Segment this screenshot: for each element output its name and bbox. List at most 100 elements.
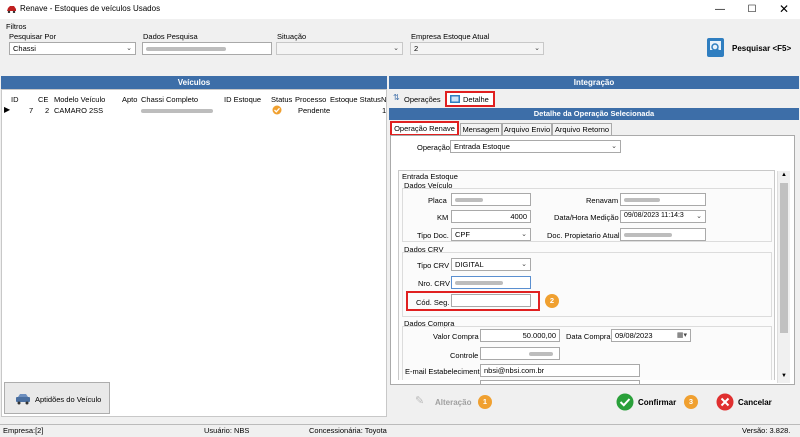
placa-input[interactable] xyxy=(451,193,531,206)
search-data-input[interactable] xyxy=(142,42,272,55)
tipo-doc-select[interactable]: CPF ⌄ xyxy=(451,228,531,241)
detail-icon xyxy=(450,95,460,103)
operacao-value: Entrada Estoque xyxy=(454,142,510,151)
tipo-crv-value: DIGITAL xyxy=(455,260,484,269)
search-button[interactable]: Pesquisar <F5> xyxy=(704,36,798,60)
search-by-select[interactable]: Chassi ⌄ xyxy=(9,42,136,55)
vehicles-grid-header: ID CE Modelo Veículo Apto Chassi Complet… xyxy=(2,95,386,105)
cancel-icon xyxy=(716,393,734,411)
confirmar-button[interactable]: Confirmar xyxy=(616,393,682,411)
valor-compra-label: Valor Compra xyxy=(433,332,479,341)
step-badge-3: 3 xyxy=(684,395,698,409)
col-model[interactable]: Modelo Veículo xyxy=(54,95,105,104)
check-icon xyxy=(616,393,634,411)
doc-proprietario-label: Doc. Propietario Atual xyxy=(547,231,620,240)
check-circle-icon xyxy=(272,105,282,115)
tab-operacoes[interactable]: ⇅ Operações xyxy=(391,92,443,106)
controle-input[interactable] xyxy=(480,347,560,360)
data-hora-label: Data/Hora Medição xyxy=(554,213,619,222)
vehicles-grid[interactable]: ID CE Modelo Veículo Apto Chassi Complet… xyxy=(1,89,387,417)
minimize-icon[interactable]: — xyxy=(704,0,736,19)
col-id-estoque[interactable]: ID Estoque xyxy=(224,95,261,104)
status-concessionaria: Concessionária: Toyota xyxy=(309,426,387,435)
status-bar: Empresa:[2] Usuário: NBS Concessionária:… xyxy=(0,424,800,437)
tipo-doc-label: Tipo Doc. xyxy=(417,231,449,240)
subtab-arquivo-envio[interactable]: Arquivo Envio xyxy=(502,123,552,135)
title-bar: Renave - Estoques de veículos Usados — ☐… xyxy=(0,0,800,19)
chevron-down-icon: ⌄ xyxy=(393,45,399,52)
chevron-down-icon: ⌄ xyxy=(126,45,132,52)
status-empresa: Empresa:[2] xyxy=(3,426,44,435)
renavam-label: Renavam xyxy=(586,196,619,205)
situation-label: Situação xyxy=(277,32,307,41)
company-label: Empresa Estoque Atual xyxy=(411,32,490,41)
calendar-dropdown-icon[interactable]: ▦▾ xyxy=(677,331,687,339)
redacted-value xyxy=(455,281,503,285)
cell-chassi-redacted xyxy=(141,109,213,113)
renavam-input[interactable] xyxy=(620,193,706,206)
data-compra-picker[interactable]: 09/08/2023 ▦▾ xyxy=(611,329,691,342)
cell-id: 7 xyxy=(29,106,34,115)
detail-header: Detalhe da Operação Selecionada xyxy=(389,108,799,120)
row-pointer-icon: ▶ xyxy=(4,105,11,114)
nro-crv-input[interactable] xyxy=(451,276,531,289)
operacao-label: Operação xyxy=(417,143,450,152)
step-badge-1: 1 xyxy=(478,395,492,409)
col-apto[interactable]: Apto xyxy=(122,95,137,104)
scroll-down-icon[interactable]: ▼ xyxy=(781,373,787,379)
subtab-operacao-renave[interactable]: Operação Renave xyxy=(390,121,459,136)
tab-detalhe[interactable]: Detalhe xyxy=(445,91,495,107)
col-id[interactable]: ID xyxy=(11,95,19,104)
flow-icon: ⇅ xyxy=(393,93,400,102)
chevron-down-icon: ⌄ xyxy=(521,231,527,238)
col-ce[interactable]: CE xyxy=(38,95,48,104)
subtab-arquivo-retorno[interactable]: Arquivo Retorno xyxy=(552,123,612,135)
edit-icon: ✎ xyxy=(415,395,425,407)
subtab-mensagem[interactable]: Mensagem xyxy=(460,123,502,135)
doc-proprietario-input[interactable] xyxy=(620,228,706,241)
search-data-label: Dados Pesquisa xyxy=(143,32,198,41)
cell-n: 1 xyxy=(382,106,387,115)
redacted-value xyxy=(146,47,226,51)
cell-model: CAMARO 2SS xyxy=(54,106,104,115)
col-n[interactable]: N xyxy=(381,95,386,104)
tipo-doc-value: CPF xyxy=(455,230,470,239)
cancelar-button[interactable]: Cancelar xyxy=(716,393,782,411)
cod-seg-input[interactable] xyxy=(451,294,531,307)
table-row[interactable]: ▶ 7 2 CAMARO 2SS Pendente 1 xyxy=(2,105,386,116)
alteracao-label: Alteração xyxy=(435,398,472,407)
search-document-icon xyxy=(707,38,724,57)
tipo-crv-select[interactable]: DIGITAL ⌄ xyxy=(451,258,531,271)
clipped-next-row xyxy=(398,380,775,384)
scroll-up-icon[interactable]: ▲ xyxy=(781,172,787,178)
col-status[interactable]: Status xyxy=(271,95,292,104)
confirmar-label: Confirmar xyxy=(638,398,677,407)
tab-operacoes-label: Operações xyxy=(404,95,441,104)
redacted-value xyxy=(529,352,553,356)
email-input[interactable]: nbsi@nbsi.com.br xyxy=(480,364,640,377)
company-select[interactable]: 2 ⌄ xyxy=(410,42,544,55)
vertical-scrollbar[interactable]: ▲ ▼ xyxy=(777,171,790,383)
km-input[interactable]: 4000 xyxy=(451,210,531,223)
search-by-value: Chassi xyxy=(13,44,36,53)
km-value: 4000 xyxy=(510,212,527,221)
integration-header: Integração xyxy=(389,76,799,89)
situation-select[interactable]: ⌄ xyxy=(276,42,403,55)
car-icon xyxy=(7,6,16,13)
chevron-down-icon: ⌄ xyxy=(696,213,702,220)
col-chassi[interactable]: Chassi Completo xyxy=(141,95,198,104)
cell-processo: Pendente xyxy=(298,106,331,115)
data-hora-picker[interactable]: 09/08/2023 11:14:3 ⌄ xyxy=(620,210,706,223)
step-badge-2: 2 xyxy=(545,294,559,308)
col-estoque-status[interactable]: Estoque Status xyxy=(330,95,381,104)
controle-label: Controle xyxy=(450,351,479,360)
col-processo[interactable]: Processo xyxy=(295,95,326,104)
cell-ce: 2 xyxy=(45,106,50,115)
close-icon[interactable]: ✕ xyxy=(768,0,800,19)
scrollbar-thumb[interactable] xyxy=(780,183,788,333)
valor-compra-input[interactable]: 50.000,00 xyxy=(480,329,560,342)
clipped-input xyxy=(480,380,640,384)
operacao-select[interactable]: Entrada Estoque ⌄ xyxy=(450,140,621,153)
aptitudes-button[interactable]: Aptidões do Veículo xyxy=(4,382,110,414)
maximize-icon[interactable]: ☐ xyxy=(736,0,768,19)
